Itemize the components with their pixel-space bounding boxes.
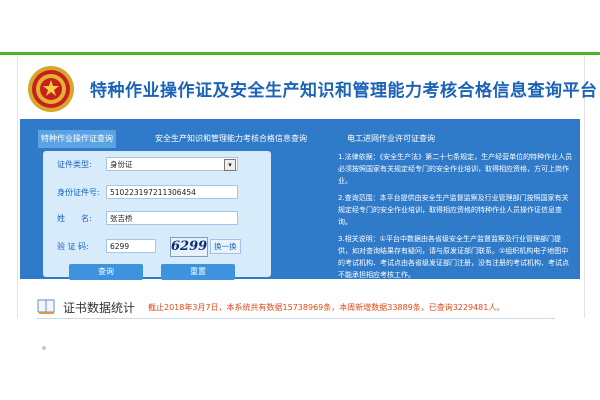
reset-button[interactable]: 重置 (161, 264, 235, 280)
note-legal-basis: 1.法律依据：《安全生产法》第二十七条规定，生产经营单位的特种作业人员必须按照国… (338, 153, 573, 185)
tab-safety-knowledge-assessment[interactable]: 安全生产知识和管理能力考核合格信息查询 (152, 130, 310, 148)
tab-special-operation-certificate[interactable]: 特种作业操作证查询 (38, 130, 116, 148)
note-query-scope: 2.查询范围：本平台提供由安全生产监督监察及行业管理部门按照国家有关规定经专门的… (338, 194, 569, 226)
tab-bar: 特种作业操作证查询 安全生产知识和管理能力考核合格信息查询 电工进网作业许可证查… (20, 130, 580, 148)
id-number-input[interactable]: 510223197211306454 (106, 185, 238, 199)
stats-title: 证书数据统计 (63, 301, 136, 315)
chevron-down-icon[interactable]: ▾ (224, 159, 236, 171)
decorative-dot (42, 346, 46, 350)
top-accent-line (0, 52, 600, 55)
cert-type-value: 身份证 (110, 160, 133, 169)
id-number-label: 身份证件号: (57, 188, 100, 197)
query-button[interactable]: 查询 (69, 264, 143, 280)
cert-type-select[interactable]: 身份证 ▾ (106, 157, 238, 171)
site-title: 特种作业操作证及安全生产知识和管理能力考核合格信息查询平台 (90, 81, 598, 101)
query-form: 证件类型: 身份证 ▾ 身份证件号: 510223197211306454 姓 … (43, 151, 271, 277)
refresh-captcha-button[interactable]: 换一换 (210, 239, 241, 254)
cert-type-label: 证件类型: (57, 160, 92, 169)
name-input[interactable]: 张吉桥 (106, 211, 238, 225)
captcha-label: 验 证 码: (57, 242, 89, 251)
notes-panel: 1.法律依据：《安全生产法》第二十七条规定，生产经营单位的特种作业人员必须按照国… (338, 151, 574, 286)
captcha-image: 6299 (170, 237, 208, 257)
book-icon (37, 299, 55, 314)
note-related-info: 3.相关说明：①平台中数据由各省级安全生产监督监察及行业管理部门提供，如对查询结… (338, 235, 569, 279)
stats-summary: 截止2018年3月7日，本系统共有数据15738969条，本周新增数据33889… (148, 303, 505, 312)
tab-electrician-permit[interactable]: 电工进网作业许可证查询 (344, 130, 438, 148)
captcha-input[interactable]: 6299 (106, 239, 156, 253)
site-header: 特种作业操作证及安全生产知识和管理能力考核合格信息查询平台 (17, 60, 597, 118)
stats-divider (37, 318, 555, 319)
stats-bar: 证书数据统计 截止2018年3月7日，本系统共有数据15738969条，本周新增… (37, 298, 577, 320)
national-emblem-icon (28, 66, 74, 112)
query-main-panel: 特种作业操作证查询 安全生产知识和管理能力考核合格信息查询 电工进网作业许可证查… (20, 119, 580, 280)
name-label: 姓 名: (57, 214, 92, 223)
